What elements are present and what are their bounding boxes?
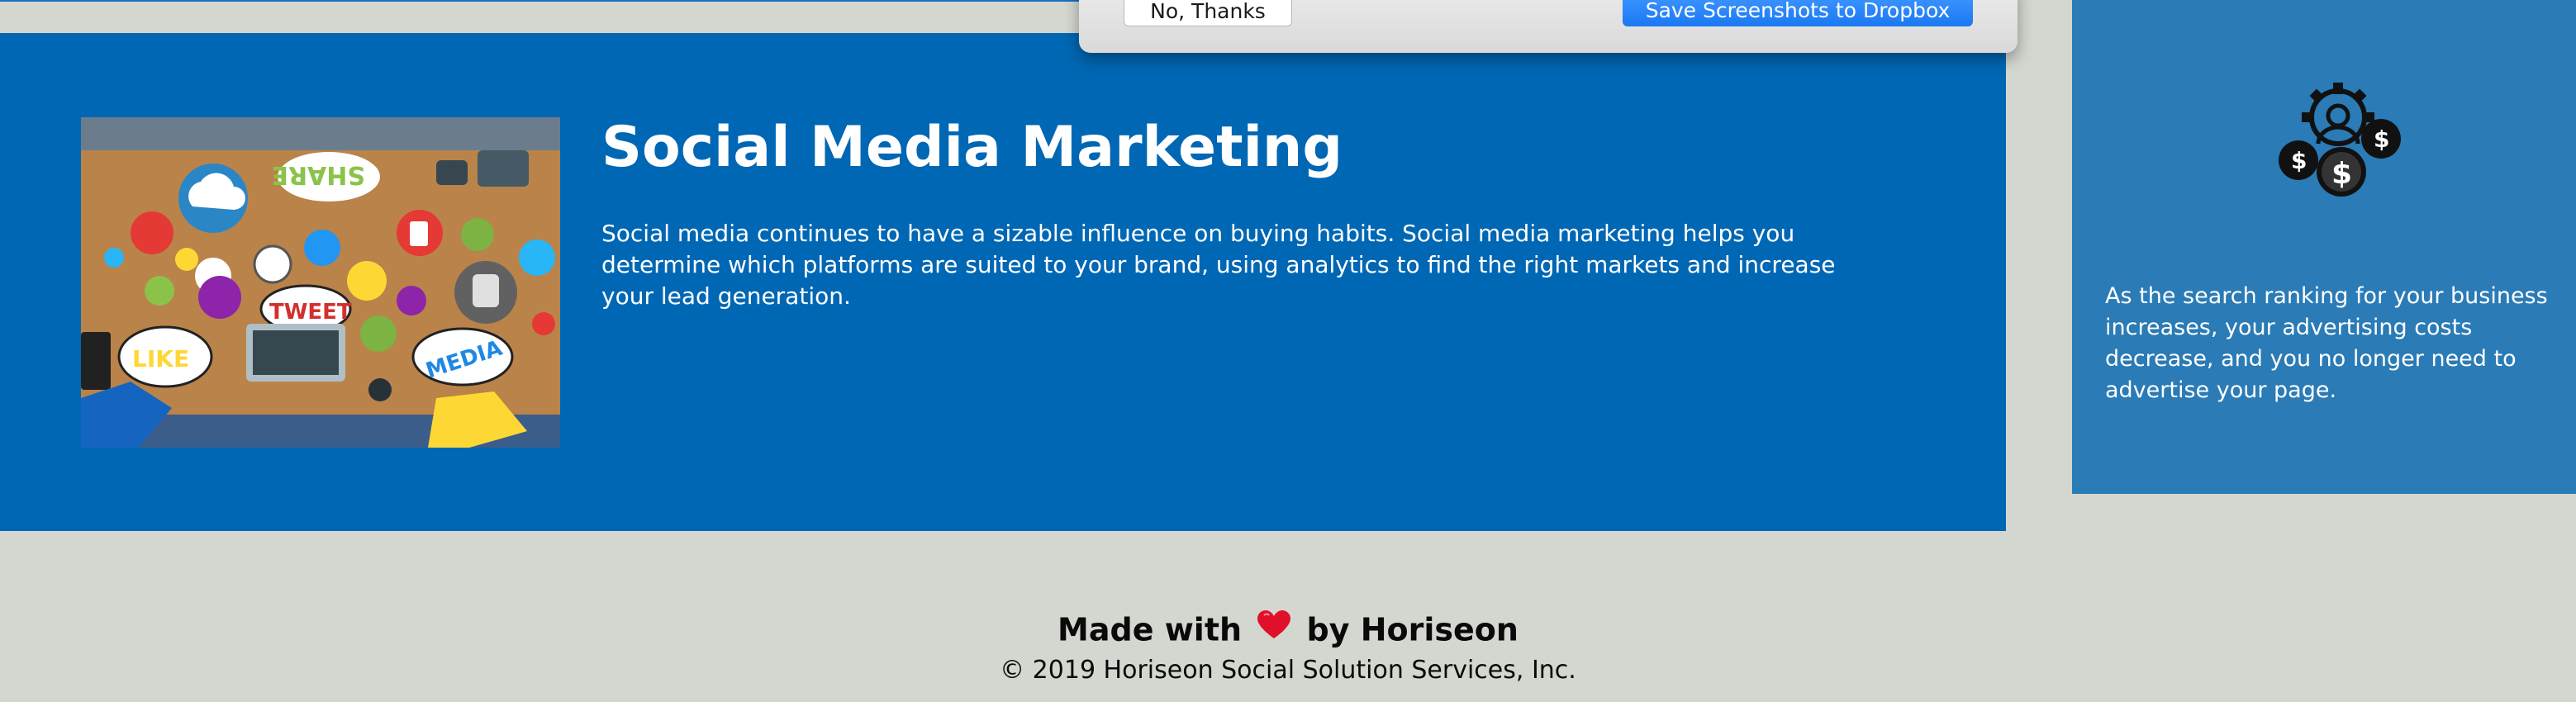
no-thanks-button[interactable]: No, Thanks [1124,0,1292,26]
social-media-collage-image: SHARE TWEET LIKE MEDIA [81,117,560,448]
collage-illustration: SHARE TWEET LIKE MEDIA [81,117,560,448]
social-media-marketing-section: SHARE TWEET LIKE MEDIA Social Media Mark… [0,33,2006,531]
made-with-line: Made with by Horiseon [0,610,2576,654]
cost-management-card: $ $ $ As the search ranking for your bus… [2072,0,2576,494]
svg-text:TWEET: TWEET [269,300,352,325]
made-with-suffix: by Horiseon [1306,611,1519,648]
dropbox-save-dialog: No, Thanks Save Screenshots to Dropbox [1079,0,2018,53]
cost-management-text: As the search ranking for your business … [2105,283,2548,403]
svg-text:$: $ [2331,157,2352,191]
heart-icon [1257,610,1291,649]
cost-management-icon: $ $ $ [2277,79,2409,211]
page-footer: Made with by Horiseon © 2019 Horiseon So… [0,610,2576,687]
copyright-text: © 2019 Horiseon Social Solution Services… [1000,656,1576,685]
section-heading: Social Media Marketing [601,115,1343,180]
svg-text:SHARE: SHARE [271,160,365,189]
save-to-dropbox-button[interactable]: Save Screenshots to Dropbox [1623,0,1973,26]
made-with-prefix: Made with [1057,611,1243,648]
svg-text:LIKE: LIKE [132,345,189,372]
section-body-text: Social media continues to have a sizable… [601,220,1836,310]
svg-text:$: $ [2374,126,2389,153]
svg-text:$: $ [2291,147,2307,174]
